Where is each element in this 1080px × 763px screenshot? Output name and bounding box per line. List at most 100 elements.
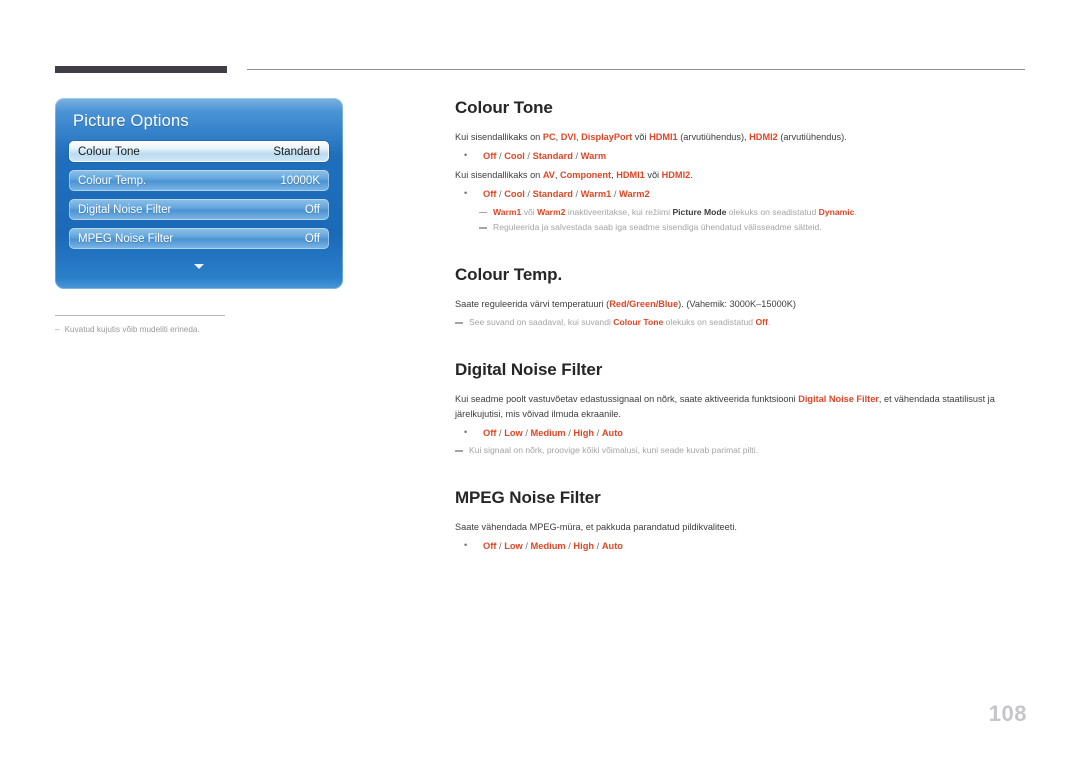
keyword-warm1: Warm1 (493, 206, 522, 217)
osd-menu-item-value: Off (304, 232, 320, 245)
section-heading: Digital Noise Filter (455, 359, 603, 379)
text-tail: . (690, 169, 693, 180)
text-lead: Saate reguleerida värvi temperatuuri ( (455, 299, 610, 310)
section-digital-noise-filter: Digital Noise Filter Kui seadme poolt va… (455, 360, 1025, 458)
keyword-red-green-blue: Red/Green/Blue (609, 299, 679, 310)
option-auto: Auto (601, 541, 623, 552)
option-medium: Medium (530, 427, 566, 438)
keyword-warm2: Warm2 (537, 206, 566, 217)
text-tail: ). (Vahemik: 3000K–15000K) (678, 299, 796, 310)
osd-menu-item-colour-temp[interactable]: Colour Temp. 10000K (69, 170, 329, 191)
header-rule-thick (55, 66, 227, 73)
text-sep: või (644, 169, 662, 180)
text: See suvand on saadaval, kui suvandi (469, 316, 614, 327)
mpeg-options-list: Off / Low / Medium / High / Auto (455, 538, 1025, 554)
colour-tone-paragraph-2: Kui sisendallikaks on AV, Component, HDM… (455, 168, 1025, 183)
osd-menu-item-label: Colour Tone (78, 145, 140, 158)
keyword-hdmi1: HDMI1 (616, 169, 645, 180)
option-auto: Auto (601, 427, 623, 438)
keyword-pc: PC (542, 132, 556, 142)
list-item: Off / Low / Medium / High / Auto (455, 425, 1025, 441)
option-high: High (573, 541, 595, 552)
option-warm2: Warm2 (619, 188, 650, 199)
option-high: High (573, 427, 595, 438)
keyword-digital-noise-filter: Digital Noise Filter (798, 393, 879, 404)
text-sep: või (632, 132, 650, 142)
left-column: Picture Options Colour Tone Standard Col… (55, 98, 343, 335)
osd-scroll-down-button[interactable] (55, 257, 343, 275)
text-sep: (arvutiühendus), (677, 132, 750, 142)
text: olekuks on seadistatud (663, 316, 756, 327)
osd-menu-item-mpeg-noise-filter[interactable]: MPEG Noise Filter Off (69, 228, 329, 249)
text: . (854, 206, 857, 217)
osd-picture-options-panel: Picture Options Colour Tone Standard Col… (55, 98, 343, 289)
osd-menu-item-colour-tone[interactable]: Colour Tone Standard (69, 141, 329, 162)
option-warm: Warm (580, 150, 607, 161)
option-off: Off (483, 427, 497, 438)
option-warm1: Warm1 (580, 188, 612, 199)
keyword-av: AV (542, 169, 555, 180)
option-off: Off (483, 541, 497, 552)
option-standard: Standard (532, 188, 573, 199)
option-low: Low (504, 541, 523, 552)
colour-tone-options-list-1: Off / Cool / Standard / Warm (455, 148, 1025, 164)
osd-panel-title: Picture Options (73, 112, 189, 130)
keyword-hdmi2: HDMI2 (749, 132, 778, 142)
keyword-dvi: DVI (560, 132, 577, 142)
option-medium: Medium (530, 541, 566, 552)
keyword-hdmi1: HDMI1 (649, 132, 678, 142)
page-header-rules (0, 0, 1080, 90)
dnf-options-list: Off / Low / Medium / High / Auto (455, 425, 1025, 441)
keyword-colour-tone: Colour Tone (613, 316, 664, 327)
osd-menu-item-value: Off (304, 203, 320, 216)
colour-tone-options-list-2: Off / Cool / Standard / Warm1 / Warm2 (455, 186, 1025, 202)
section-heading: Colour Tone (455, 98, 553, 117)
colour-temp-subnote-1: See suvand on saadaval, kui suvandi Colo… (455, 316, 1025, 330)
list-item: Off / Low / Medium / High / Auto (455, 538, 1025, 554)
keyword-off: Off (755, 316, 768, 327)
text-lead: Kui sisendallikaks on (455, 132, 543, 142)
main-content: Colour Tone Kui sisendallikaks on PC, DV… (455, 98, 1025, 558)
section-colour-temp: Colour Temp. Saate reguleerida värvi tem… (455, 265, 1025, 330)
keyword-component: Component (560, 169, 612, 180)
option-cool: Cool (504, 188, 525, 199)
keyword-hdmi2: HDMI2 (661, 169, 691, 180)
list-item: Off / Cool / Standard / Warm (455, 148, 1025, 164)
chevron-down-icon (194, 263, 204, 269)
option-off: Off (483, 150, 497, 161)
osd-menu-item-digital-noise-filter[interactable]: Digital Noise Filter Off (69, 199, 329, 220)
osd-menu-item-value: Standard (273, 145, 320, 158)
option-cool: Cool (504, 150, 525, 161)
option-standard: Standard (532, 150, 573, 161)
osd-menu-item-label: Colour Temp. (78, 174, 147, 187)
page-number: 108 (988, 701, 1027, 726)
text-lead: Kui sisendallikaks on (455, 169, 543, 180)
text-lead: Kui seadme poolt vastuvõetav edastussign… (455, 393, 799, 404)
left-footnote-text: Kuvatud kujutis võib mudeliti erineda. (64, 325, 200, 334)
colour-tone-subnote-1: Warm1 või Warm2 inaktiveeritakse, kui re… (479, 206, 1025, 220)
keyword-displayport: DisplayPort (581, 132, 633, 142)
keyword-picture-mode: Picture Mode (672, 206, 727, 217)
text: . (767, 316, 771, 327)
text: olekuks on seadistatud (726, 206, 819, 217)
text: või (521, 206, 538, 217)
text: inaktiveeritakse, kui režiimi (565, 206, 673, 217)
section-colour-tone: Colour Tone Kui sisendallikaks on PC, DV… (455, 98, 1025, 235)
osd-menu-item-label: MPEG Noise Filter (78, 232, 174, 245)
list-item: Off / Cool / Standard / Warm1 / Warm2 (455, 186, 1025, 202)
section-mpeg-noise-filter: MPEG Noise Filter Saate vähendada MPEG-m… (455, 488, 1025, 554)
section-heading: MPEG Noise Filter (455, 488, 601, 508)
header-rule-thin (247, 69, 1025, 70)
left-footnote: – Kuvatud kujutis võib mudeliti erineda. (55, 324, 343, 335)
colour-tone-paragraph-1: Kui sisendallikaks on PC, DVI, DisplayPo… (455, 130, 1025, 145)
mpeg-paragraph-1: Saate vähendada MPEG-müra, et pakkuda pa… (455, 522, 737, 533)
dnf-subnote-1: Kui signaal on nõrk, proovige kõiki võim… (455, 444, 1025, 458)
keyword-dynamic: Dynamic (818, 206, 855, 217)
left-footnote-dash: – (55, 325, 60, 334)
colour-tone-subnote-2: Reguleerida ja salvestada saab iga seadm… (479, 221, 1025, 235)
text-tail: (arvutiühendus). (777, 132, 847, 142)
option-off: Off (483, 188, 497, 199)
section-heading: Colour Temp. (455, 265, 563, 285)
osd-menu-item-label: Digital Noise Filter (78, 203, 172, 216)
option-low: Low (504, 427, 523, 438)
